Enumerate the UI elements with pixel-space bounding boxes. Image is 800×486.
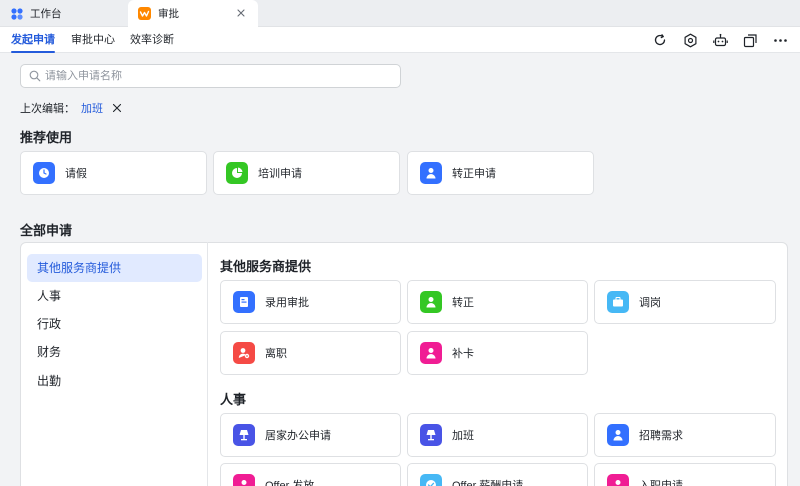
category-attendance[interactable]: 出勤 [27, 367, 202, 395]
recommended-card-regularization[interactable]: 转正申请 [407, 151, 594, 195]
more-icon[interactable] [772, 32, 788, 48]
card-label: 请假 [65, 168, 87, 180]
refresh-icon[interactable] [652, 32, 668, 48]
window-tab-strip: 工作台 审批 [0, 0, 800, 27]
close-icon[interactable] [112, 103, 122, 113]
search-input[interactable] [45, 70, 385, 82]
panel-divider [207, 242, 208, 486]
card-label: Offer 发放 [265, 480, 315, 486]
tab-approval-center[interactable]: 审批中心 [71, 27, 115, 53]
pie-chart-icon [226, 162, 248, 184]
person-icon [607, 424, 629, 446]
person-icon [607, 474, 629, 486]
search-box[interactable] [20, 64, 401, 88]
app-card-resignation[interactable]: 离职 [220, 331, 401, 375]
window-icon[interactable] [742, 32, 758, 48]
card-label: 居家办公申请 [265, 430, 331, 442]
search-icon [29, 70, 41, 82]
window-tab-approval[interactable]: 审批 [128, 0, 258, 27]
close-icon[interactable] [235, 7, 247, 22]
last-edit-link[interactable]: 加班 [81, 100, 103, 116]
card-label: 补卡 [452, 348, 474, 360]
card-label: 招聘需求 [639, 430, 683, 442]
last-edit-label: 上次编辑： [20, 103, 75, 115]
window-tab-label: 审批 [158, 8, 179, 20]
lamp-icon [233, 424, 255, 446]
nav-bar: 发起申请 审批中心 效率诊断 [0, 27, 800, 53]
recommended-card-training[interactable]: 培训申请 [213, 151, 400, 195]
tab-efficiency-diagnosis[interactable]: 效率诊断 [130, 27, 174, 53]
workspace-icon [11, 7, 23, 20]
card-label: Offer 薪酬申请 [452, 480, 524, 486]
briefcase-icon [607, 291, 629, 313]
app-card-remote-work[interactable]: 居家办公申请 [220, 413, 401, 457]
category-hr[interactable]: 人事 [27, 282, 202, 310]
window-tab-workspace[interactable]: 工作台 [0, 0, 128, 27]
card-label: 培训申请 [258, 168, 302, 180]
card-label: 录用审批 [265, 297, 309, 309]
tab-start-application[interactable]: 发起申请 [11, 27, 55, 53]
last-edit: 上次编辑： 加班 [20, 100, 122, 116]
group-title-other-providers: 其他服务商提供 [220, 259, 312, 274]
app-card-offer[interactable]: Offer 发放 [220, 463, 401, 486]
clock-icon [33, 162, 55, 184]
app-card-onboarding[interactable]: 入职申请 [594, 463, 776, 486]
person-icon [420, 342, 442, 364]
robot-icon[interactable] [712, 32, 728, 48]
card-label: 转正申请 [452, 168, 496, 180]
app-card-offer-salary[interactable]: Offer 薪酬申请 [407, 463, 588, 486]
category-finance[interactable]: 财务 [27, 338, 202, 366]
category-other-providers[interactable]: 其他服务商提供 [27, 254, 202, 282]
person-remove-icon [233, 342, 255, 364]
card-label: 转正 [452, 297, 474, 309]
app-card-overtime[interactable]: 加班 [407, 413, 588, 457]
category-admin[interactable]: 行政 [27, 310, 202, 338]
check-icon [420, 474, 442, 486]
card-label: 离职 [265, 348, 287, 360]
lamp-icon [420, 424, 442, 446]
app-card-regularization[interactable]: 转正 [407, 280, 588, 324]
card-label: 调岗 [639, 297, 661, 309]
app-card-clock-correction[interactable]: 补卡 [407, 331, 588, 375]
nav-actions [652, 32, 788, 48]
app-card-transfer[interactable]: 调岗 [594, 280, 776, 324]
document-icon [233, 291, 255, 313]
approval-icon [138, 7, 151, 20]
person-icon [233, 474, 255, 486]
card-label: 加班 [452, 430, 474, 442]
person-icon [420, 291, 442, 313]
recommended-card-leave[interactable]: 请假 [20, 151, 207, 195]
person-icon [420, 162, 442, 184]
settings-icon[interactable] [682, 32, 698, 48]
app-card-recruitment[interactable]: 招聘需求 [594, 413, 776, 457]
window-tab-label: 工作台 [30, 8, 62, 20]
group-title-hr: 人事 [220, 392, 247, 407]
recommended-title: 推荐使用 [20, 130, 73, 145]
app-card-hire-approval[interactable]: 录用审批 [220, 280, 401, 324]
card-label: 入职申请 [639, 480, 683, 486]
all-apps-title: 全部申请 [20, 223, 73, 238]
